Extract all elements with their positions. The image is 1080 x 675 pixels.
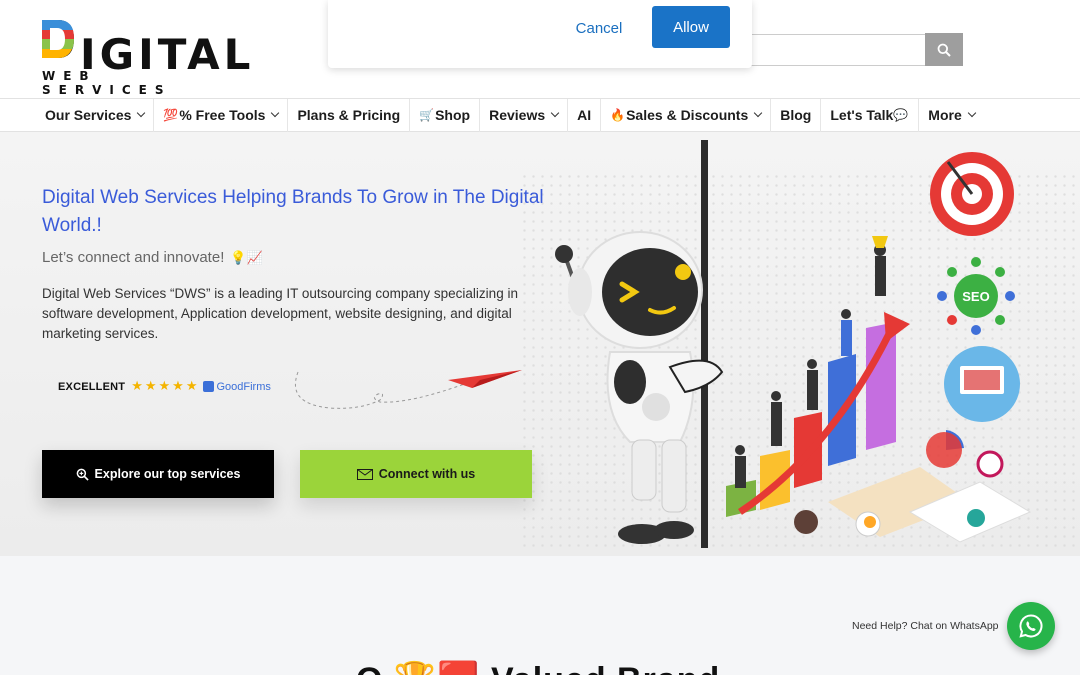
search-icon: [937, 43, 951, 57]
whatsapp-icon: [1019, 614, 1043, 638]
nav-our-services[interactable]: Our Services: [36, 98, 155, 132]
hero-subtitle-text: Let’s connect and innovate!: [42, 249, 225, 266]
site-header: IGITAL WEB SERVICES Cancel Allow: [0, 0, 1080, 98]
star-icon: ★: [131, 379, 143, 394]
chevron-down-icon: [967, 108, 976, 118]
chevron-down-icon: [137, 108, 146, 118]
search-input[interactable]: [740, 34, 925, 66]
seo-badge-text: SEO: [962, 289, 989, 304]
goodfirms-rating[interactable]: EXCELLENT ★ ★ ★ ★ ★ GoodFirms: [58, 379, 271, 394]
whatsapp-label[interactable]: Need Help? Chat on WhatsApp: [852, 620, 999, 632]
paper-plane-illustration: [294, 370, 522, 409]
nav-label: % Free Tools: [179, 107, 266, 123]
chevron-down-icon: [550, 108, 560, 118]
hero-illustration: SEO: [555, 140, 1032, 548]
rating-label: EXCELLENT: [58, 380, 126, 393]
star-icon: ★: [158, 379, 171, 394]
fire-icon: 🔥: [610, 108, 626, 122]
explore-button-label: Explore our top services: [94, 467, 241, 481]
whatsapp-chat-button[interactable]: [1007, 602, 1055, 650]
star-icon: ★: [144, 379, 157, 394]
chevron-down-icon: [754, 108, 763, 118]
logo-tagline: WEB SERVICES: [42, 69, 172, 97]
page: IGITAL WEB SERVICES Cancel Allow Our Ser…: [0, 0, 1080, 675]
envelope-icon: [356, 468, 373, 480]
hundred-points-icon: 💯: [163, 108, 179, 122]
search-button[interactable]: [925, 33, 963, 66]
nav-free-tools[interactable]: 💯% Free Tools: [154, 98, 289, 132]
nav-more[interactable]: More: [919, 99, 983, 132]
nav-label: Plans & Pricing: [297, 107, 401, 123]
brands-heading: O 🏆🟥 Valued Brand: [356, 660, 720, 675]
notification-cancel-button[interactable]: Cancel: [568, 14, 630, 42]
nav-label: AI: [577, 107, 592, 123]
search-icon: [76, 468, 89, 481]
connect-button-label: Connect with us: [378, 467, 476, 481]
nav-lets-talk[interactable]: Let's Talk 💬: [821, 98, 920, 132]
rating-source: GoodFirms: [216, 380, 271, 393]
nav-label: Shop: [435, 107, 471, 123]
nav-plans-pricing[interactable]: Plans & Pricing: [288, 98, 411, 132]
hero-subtitle: Let’s connect and innovate! 💡📈: [42, 249, 263, 266]
goodfirms-logo-icon: [203, 381, 215, 392]
chevron-down-icon: [271, 108, 280, 118]
notification-allow-button[interactable]: Allow: [652, 6, 730, 48]
hero-section: Digital Web Services Helping Brands To G…: [0, 132, 1080, 556]
nav-label: More: [928, 107, 962, 123]
explore-services-button[interactable]: Explore our top services: [42, 450, 274, 498]
nav-shop[interactable]: 🛒 Shop: [410, 98, 481, 132]
cart-icon: 🛒: [419, 108, 435, 122]
nav-label: Blog: [780, 107, 812, 123]
logo-d-mark-icon: [42, 20, 74, 58]
lightbulb-chart-icon: 💡📈: [230, 251, 263, 266]
notification-permission-popup: Cancel Allow: [328, 0, 752, 68]
star-icon: ★: [185, 379, 198, 394]
main-nav: Our Services 💯% Free Tools Plans & Prici…: [0, 98, 1080, 132]
rating-stars: ★ ★ ★ ★ ★: [131, 379, 199, 394]
nav-label: Reviews: [489, 107, 546, 123]
hero-description: Digital Web Services “DWS” is a leading …: [42, 286, 518, 341]
nav-label: Sales & Discounts: [626, 107, 749, 123]
star-icon: ★: [172, 379, 184, 394]
nav-label: Let's Talk: [830, 107, 894, 123]
nav-blog[interactable]: Blog: [771, 98, 822, 132]
nav-reviews[interactable]: Reviews: [480, 98, 569, 132]
site-logo[interactable]: IGITAL WEB SERVICES: [40, 16, 250, 97]
speech-bubble-icon: 💬: [893, 108, 909, 122]
nav-ai[interactable]: AI: [568, 98, 602, 132]
nav-label: Our Services: [45, 107, 132, 123]
hero-title: Digital Web Services Helping Brands To G…: [42, 187, 544, 236]
connect-with-us-button[interactable]: Connect with us: [300, 450, 532, 498]
nav-sales-discounts[interactable]: 🔥 Sales & Discounts: [601, 98, 772, 132]
brands-section: O 🏆🟥 Valued Brand: [0, 556, 1080, 675]
